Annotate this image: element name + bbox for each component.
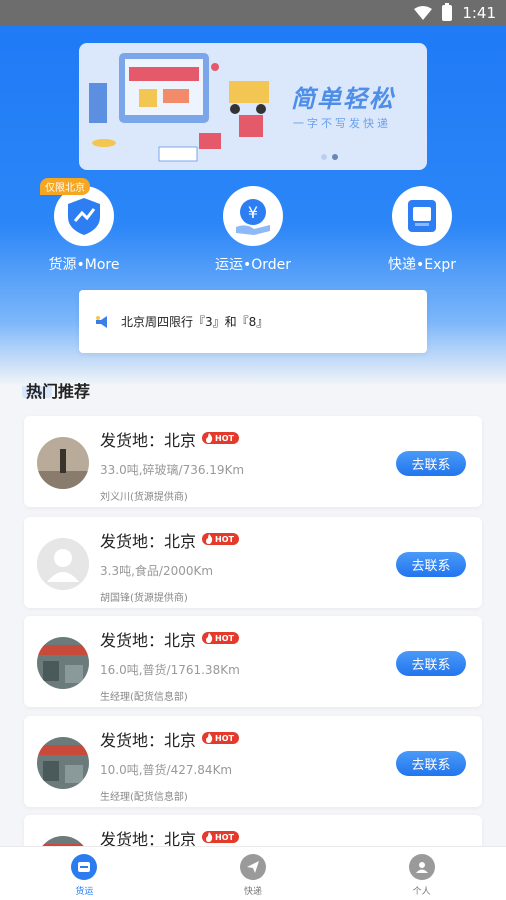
cargo-detail: 3.3吨,食品/2000Km xyxy=(100,564,214,578)
status-bar: 1:41 xyxy=(0,0,506,26)
megaphone-icon xyxy=(96,315,107,328)
notice-text: 北京周四限行『3』和『8』 xyxy=(121,315,269,329)
avatar xyxy=(37,737,89,789)
avatar xyxy=(37,637,89,689)
flame-icon xyxy=(206,832,213,842)
provider-name: 生经理(配货信息部) xyxy=(100,792,188,803)
tab-express[interactable]: 快递 xyxy=(169,847,338,900)
origin-label: 发货地：北京 HOT xyxy=(100,427,239,451)
parcel-icon xyxy=(408,200,436,232)
send-icon xyxy=(240,854,266,880)
order-action-circle: ¥ xyxy=(223,186,283,246)
contact-button[interactable]: 去联系 xyxy=(396,552,466,577)
provider-name: 胡国锋(货源提供商) xyxy=(100,593,188,604)
flame-icon xyxy=(206,633,213,643)
cargo-detail: 10.0吨,普货/427.84Km xyxy=(100,763,233,777)
svg-text:¥: ¥ xyxy=(248,203,258,222)
provider-name: 刘义川(货源提供商) xyxy=(100,492,188,503)
tab-profile[interactable]: 个人 xyxy=(337,847,506,900)
origin-label: 发货地：北京 HOT xyxy=(100,727,239,751)
quick-action-label: 运运•Order xyxy=(214,257,292,273)
banner-dot-active[interactable] xyxy=(332,154,338,160)
quick-action-order[interactable]: ¥ 运运•Order xyxy=(193,186,313,274)
flame-icon xyxy=(206,433,213,443)
hot-text: HOT xyxy=(215,633,234,643)
status-time: 1:41 xyxy=(462,4,496,22)
banner-slogan: 简单轻松 xyxy=(291,84,395,113)
tab-label: 货运 xyxy=(75,887,94,897)
hot-text: HOT xyxy=(215,433,234,443)
hot-badge: HOT xyxy=(202,533,239,545)
origin-text: 发货地：北京 xyxy=(100,731,197,750)
beijing-only-badge: 仅限北京 xyxy=(40,178,90,195)
tab-cargo[interactable]: 货运 xyxy=(0,847,169,900)
list-item[interactable]: 发货地：北京 HOT 10.0吨,普货/427.84Km 生经理(配货信息部) 去… xyxy=(24,716,482,807)
hot-badge: HOT xyxy=(202,732,239,744)
avatar xyxy=(37,437,89,489)
list-item[interactable]: 发货地：北京 HOT 16.0吨,普货/1761.38Km 生经理(配货信息部) … xyxy=(24,616,482,707)
wifi-icon xyxy=(414,6,433,20)
hot-text: HOT xyxy=(215,832,234,842)
hot-text: HOT xyxy=(215,733,234,743)
list-item[interactable]: 发货地：北京 HOT 3.3吨,食品/2000Km 胡国锋(货源提供商) 去联系 xyxy=(24,517,482,608)
quick-action-label: 快递•Expr xyxy=(387,257,457,273)
notice-bar[interactable]: 北京周四限行『3』和『8』 xyxy=(79,290,427,353)
origin-text: 发货地：北京 xyxy=(100,532,197,551)
provider-name: 生经理(配货信息部) xyxy=(100,692,188,703)
cargo-detail: 16.0吨,普货/1761.38Km xyxy=(100,663,240,677)
section-title: 热门推荐 xyxy=(21,378,90,402)
quick-action-cargo[interactable]: 仅限北京 货源•More xyxy=(24,178,144,274)
tab-label: 快递 xyxy=(244,887,263,897)
express-action-circle xyxy=(392,186,452,246)
origin-text: 发货地：北京 xyxy=(100,631,197,650)
hot-badge: HOT xyxy=(202,432,239,444)
origin-label: 发货地：北京 HOT xyxy=(100,627,239,651)
tab-label: 个人 xyxy=(412,887,431,897)
origin-label: 发货地：北京 HOT xyxy=(100,528,239,552)
hot-text: HOT xyxy=(215,534,234,544)
cargo-action-circle xyxy=(54,186,114,246)
yen-hand-icon: ¥ xyxy=(236,199,270,235)
hot-badge: HOT xyxy=(202,632,239,644)
flame-icon xyxy=(206,534,213,544)
cargo-icon xyxy=(71,854,98,880)
list-item[interactable]: 发货地：北京 HOT 33.0吨,碎玻璃/736.19Km 刘义川(货源提供商) … xyxy=(24,416,482,507)
banner-illustration xyxy=(89,53,269,162)
contact-button[interactable]: 去联系 xyxy=(396,451,466,476)
contact-button[interactable]: 去联系 xyxy=(396,651,466,676)
person-icon xyxy=(408,854,435,880)
cargo-detail: 33.0吨,碎玻璃/736.19Km xyxy=(100,463,245,477)
banner-subtitle: 一字不写发快递 xyxy=(293,117,391,130)
flame-icon xyxy=(206,733,213,743)
hot-badge: HOT xyxy=(202,831,239,843)
battery-icon xyxy=(442,3,453,21)
banner-dot[interactable] xyxy=(321,154,327,160)
contact-button[interactable]: 去联系 xyxy=(396,751,466,776)
origin-text: 发货地：北京 xyxy=(100,431,197,450)
avatar xyxy=(37,538,89,590)
chart-shield-icon xyxy=(68,198,100,235)
promo-banner[interactable]: 简单轻松 一字不写发快递 xyxy=(79,43,427,170)
quick-action-express[interactable]: 快递•Expr xyxy=(362,186,482,274)
bottom-tab-bar: 货运 快递 个人 xyxy=(0,846,506,900)
quick-action-label: 货源•More xyxy=(48,257,120,273)
banner-pagination xyxy=(321,154,338,160)
